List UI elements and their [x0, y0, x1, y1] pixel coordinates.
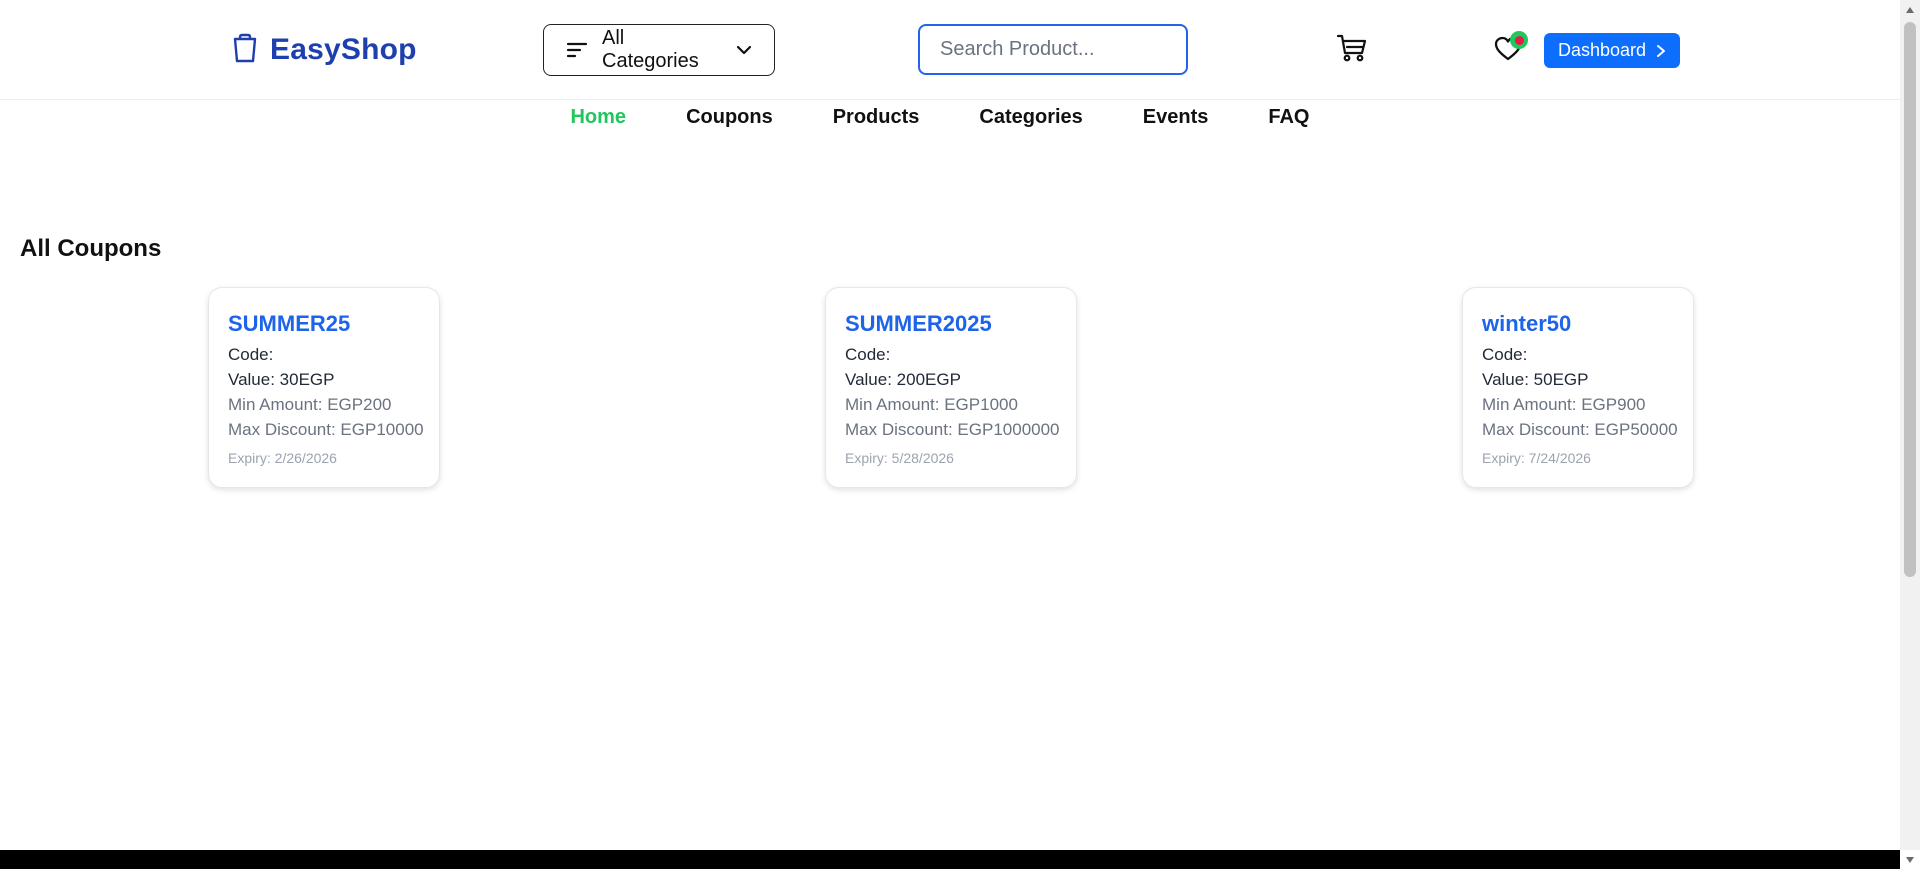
coupon-value: Value: 30EGP: [228, 370, 335, 389]
section-title: All Coupons: [20, 235, 162, 262]
coupon-name: winter50: [1482, 311, 1572, 336]
site-header: EasyShop All Categories Search Product..…: [0, 0, 1900, 100]
dashboard-button[interactable]: Dashboard: [1544, 33, 1680, 68]
nav-list: Home Coupons Products Categories Events …: [540, 106, 1339, 129]
coupon-code: Code:: [845, 345, 891, 364]
badge-heart-dot: [1514, 35, 1524, 45]
filter-lines-icon: [566, 41, 588, 59]
nav-item-home[interactable]: Home: [570, 106, 626, 129]
coupon-max-discount: Max Discount: EGP50000: [1482, 420, 1678, 439]
coupon-value: Value: 50EGP: [1482, 370, 1589, 389]
nav-item-events[interactable]: Events: [1143, 106, 1209, 129]
scrollbar-thumb[interactable]: [1904, 22, 1916, 577]
shopping-bag-icon: [232, 33, 258, 68]
coupon-card[interactable]: winter50 Code: Value: 50EGP Min Amount: …: [1462, 287, 1694, 488]
coupon-max-discount: Max Discount: EGP1000000: [845, 420, 1060, 439]
coupon-value: Value: 200EGP: [845, 370, 961, 389]
coupon-max-discount: Max Discount: EGP10000: [228, 420, 424, 439]
logo-text: EasyShop: [270, 33, 417, 66]
coupon-card[interactable]: SUMMER2025 Code: Value: 200EGP Min Amoun…: [825, 287, 1077, 488]
dashboard-label: Dashboard: [1557, 40, 1647, 60]
nav-item-coupons[interactable]: Coupons: [686, 106, 773, 129]
coupon-expiry: Expiry: 2/26/2026: [228, 450, 337, 466]
chevron-right-icon: [1656, 44, 1666, 58]
wishlist-badge: [1510, 31, 1528, 49]
cart-icon[interactable]: [1336, 33, 1368, 63]
footer-edge: [0, 850, 1900, 869]
coupon-code: Code:: [1482, 345, 1528, 364]
coupon-expiry: Expiry: 7/24/2026: [1482, 450, 1591, 466]
categories-label: All Categories: [602, 27, 699, 72]
all-categories-dropdown[interactable]: All Categories: [543, 24, 775, 76]
nav-item-products[interactable]: Products: [833, 106, 920, 129]
nav-item-categories[interactable]: Categories: [979, 106, 1082, 129]
coupon-min-amount: Min Amount: EGP1000: [845, 395, 1018, 414]
vertical-scrollbar[interactable]: [1900, 0, 1920, 863]
chevron-down-icon: [736, 44, 752, 56]
main-nav: Home Coupons Products Categories Events …: [0, 100, 1900, 134]
logo-link[interactable]: EasyShop: [232, 30, 417, 70]
coupon-name: SUMMER25: [228, 311, 351, 336]
page: EasyShop All Categories Search Product..…: [0, 0, 1920, 869]
coupon-expiry: Expiry: 5/28/2026: [845, 450, 954, 466]
scroll-down-arrow-icon[interactable]: [1904, 854, 1916, 866]
coupon-card[interactable]: SUMMER25 Code: Value: 30EGP Min Amount: …: [208, 287, 440, 488]
coupon-code: Code:: [228, 345, 274, 364]
coupon-min-amount: Min Amount: EGP900: [1482, 395, 1646, 414]
coupon-min-amount: Min Amount: EGP200: [228, 395, 392, 414]
search-input[interactable]: [918, 24, 1188, 75]
coupon-name: SUMMER2025: [845, 311, 992, 336]
scroll-up-arrow-icon[interactable]: [1904, 4, 1916, 16]
nav-item-faq[interactable]: FAQ: [1268, 106, 1309, 129]
